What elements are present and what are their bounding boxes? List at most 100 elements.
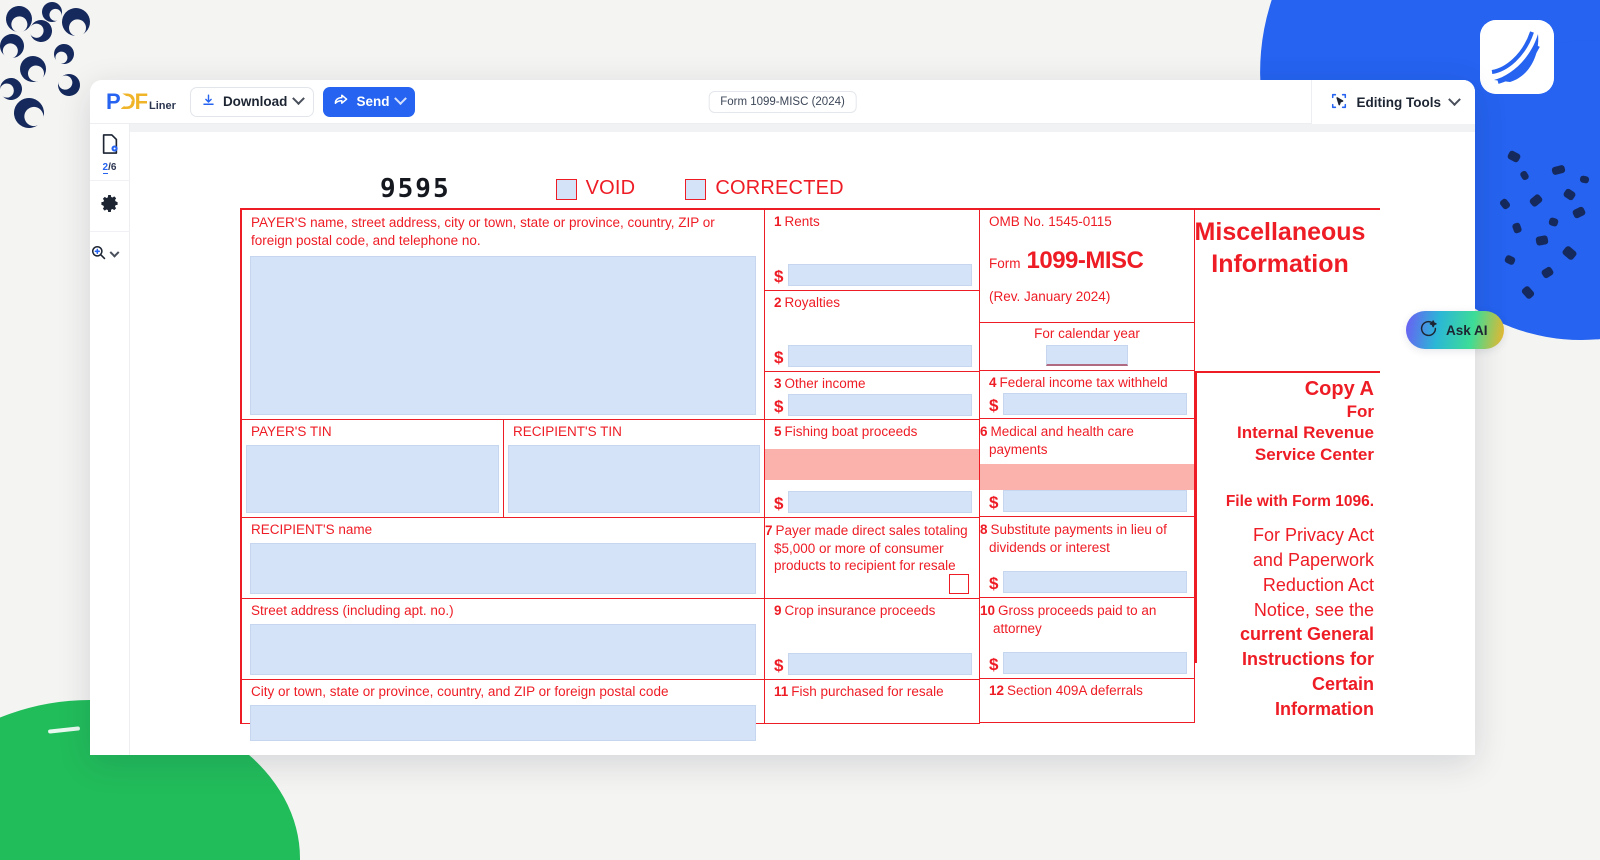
box-7-direct-sales: 7 Payer made direct sales totaling $5,000… [765, 518, 980, 599]
box-4-amount-row: $ [980, 392, 1194, 419]
ai-sparkle-icon [1419, 319, 1438, 341]
screenshot-root: P D F Liner Download [0, 0, 1600, 860]
editing-tools-button[interactable]: Editing Tools [1310, 80, 1475, 124]
city-input[interactable] [250, 705, 756, 741]
calendar-year-input[interactable] [1046, 344, 1128, 366]
box-2-label: 2 Royalties [774, 295, 841, 310]
ask-ai-label: Ask AI [1446, 322, 1488, 338]
street-address-block: Street address (including apt. no.) [242, 599, 765, 680]
calendar-year-label: For calendar year [1034, 326, 1140, 341]
dollar-sign: $ [774, 494, 784, 513]
box-5-label: 5 Fishing boat proceeds [774, 424, 918, 439]
box-1-amount-input[interactable] [788, 264, 972, 286]
privacy-line-7: Certain [1311, 674, 1374, 694]
privacy-line-3: Reduction Act [1262, 574, 1374, 595]
corrected-checkbox[interactable] [685, 178, 707, 200]
payer-name-input[interactable] [250, 256, 756, 415]
box-6-highlight [980, 464, 1194, 490]
box-1-label: 1 Rents [774, 214, 820, 229]
box-10-amount-row: $ [980, 652, 1194, 678]
box-6-label: 6 Medical and health care payments [980, 424, 1134, 457]
form-left-column: PAYER'S name, street address, city or to… [240, 210, 765, 741]
recipient-name-input[interactable] [250, 543, 756, 594]
sidebar-item-settings[interactable] [90, 181, 130, 232]
form-name: 1099-MISC [1026, 246, 1144, 274]
box-4-fed-tax-withheld: 4 Federal income tax withheld $ [980, 371, 1195, 419]
pdf-canvas[interactable]: 9595 VOID CORRECTED PAYER'S name, street… [130, 124, 1475, 755]
payer-tin-input[interactable] [246, 445, 499, 513]
dollar-sign: $ [989, 493, 999, 512]
box-6-medical-payments: 6 Medical and health care payments $ [980, 419, 1195, 517]
chevron-down-icon [1448, 92, 1461, 106]
gear-icon [100, 194, 119, 218]
sidebar-item-zoom[interactable] [90, 232, 130, 278]
street-address-input[interactable] [250, 624, 756, 675]
pdf-page: 9595 VOID CORRECTED PAYER'S name, street… [130, 132, 1475, 755]
download-label: Download [222, 94, 288, 109]
payer-tin-label: PAYER'S TIN [251, 424, 332, 439]
copy-a-block: Copy A For Internal Revenue Service Cent… [1195, 371, 1380, 719]
box-2-royalties: 2 Royalties $ [765, 291, 980, 372]
box-7-checkbox[interactable] [949, 574, 969, 594]
logo-suffix: Liner [149, 99, 176, 112]
left-sidebar: 2/6 [90, 124, 130, 755]
box-5-amount-input[interactable] [788, 491, 972, 513]
box-3-label: 3 Other income [774, 376, 866, 391]
box-3-amount-input[interactable] [788, 393, 972, 416]
form-box-column-right: OMB No. 1545-0115 Form 1099-MISC (Rev. J… [980, 210, 1195, 724]
app-logo[interactable]: P D F Liner [90, 89, 190, 115]
logo-letter-d: D [120, 89, 136, 115]
calendar-year-block: For calendar year [980, 323, 1195, 371]
form-copy-column: Miscellaneous Information Copy A For Int… [1195, 210, 1380, 724]
copy-irs-line2: Service Center [1254, 444, 1374, 464]
box-12-label: 12 Section 409A deferrals [989, 683, 1143, 698]
omb-block: OMB No. 1545-0115 Form 1099-MISC (Rev. J… [980, 210, 1195, 323]
dollar-sign: $ [774, 348, 784, 367]
box-8-amount-row: $ [980, 571, 1194, 597]
void-checkbox[interactable] [555, 178, 577, 200]
ask-ai-button[interactable]: Ask AI [1406, 311, 1504, 349]
box-8-label: 8 Substitute payments in lieu of dividend… [980, 522, 1167, 555]
form-serial-number: 9595 [380, 173, 451, 204]
box-5-highlight [765, 448, 979, 480]
send-label: Send [356, 94, 390, 109]
box-5-fishing-boat: 5 Fishing boat proceeds $ [765, 420, 980, 518]
box-8-amount-input[interactable] [1003, 571, 1187, 593]
void-label: VOID [585, 177, 636, 200]
file-with-1096: File with Form 1096. [1225, 492, 1374, 510]
download-button[interactable]: Download [189, 86, 315, 117]
box-9-amount-input[interactable] [788, 653, 972, 675]
privacy-line-6: Instructions for [1241, 649, 1374, 670]
box-11-label: 11 Fish purchased for resale [774, 684, 944, 699]
omb-number: OMB No. 1545-0115 [989, 214, 1112, 229]
pdfliner-logo-mark [1480, 20, 1554, 94]
box-3-amount-row: $ [765, 393, 979, 420]
copy-for: For [1346, 402, 1374, 421]
box-12-section-409a: 12 Section 409A deferrals [980, 679, 1195, 723]
decorative-green-smile [47, 726, 81, 734]
send-button[interactable]: Send [323, 86, 416, 117]
privacy-line-8: Information [1275, 698, 1374, 719]
zoom-in-icon [90, 244, 107, 266]
box-4-amount-input[interactable] [1003, 392, 1187, 415]
app-body: 2/6 9595 VOID CORRECTED PAYER'S name, st… [90, 124, 1475, 755]
box-6-amount-input[interactable] [1003, 490, 1187, 512]
copy-a-heading: Copy A [1304, 378, 1374, 400]
box-2-amount-row: $ [765, 345, 979, 371]
box-10-amount-input[interactable] [1003, 652, 1187, 674]
dollar-sign: $ [774, 267, 784, 286]
box-1-amount-row: $ [765, 264, 979, 290]
box-2-amount-input[interactable] [788, 345, 972, 367]
privacy-line-2: and Paperwork [1252, 549, 1374, 570]
recipient-tin-label: RECIPIENT'S TIN [513, 424, 622, 439]
document-title: Form 1099-MISC (2024) [708, 90, 857, 113]
city-block: City or town, state or province, country… [242, 680, 765, 741]
box-7-label: 7 Payer made direct sales totaling $5,000… [765, 523, 968, 574]
logo-letter-f: F [134, 88, 148, 114]
dollar-sign: $ [774, 396, 784, 416]
misc-info-title: Miscellaneous Information [1195, 210, 1380, 371]
sidebar-item-pages[interactable]: 2/6 [90, 124, 130, 181]
form-word: Form [989, 255, 1021, 271]
privacy-line-1: For Privacy Act [1252, 525, 1374, 546]
recipient-tin-input[interactable] [508, 445, 760, 513]
